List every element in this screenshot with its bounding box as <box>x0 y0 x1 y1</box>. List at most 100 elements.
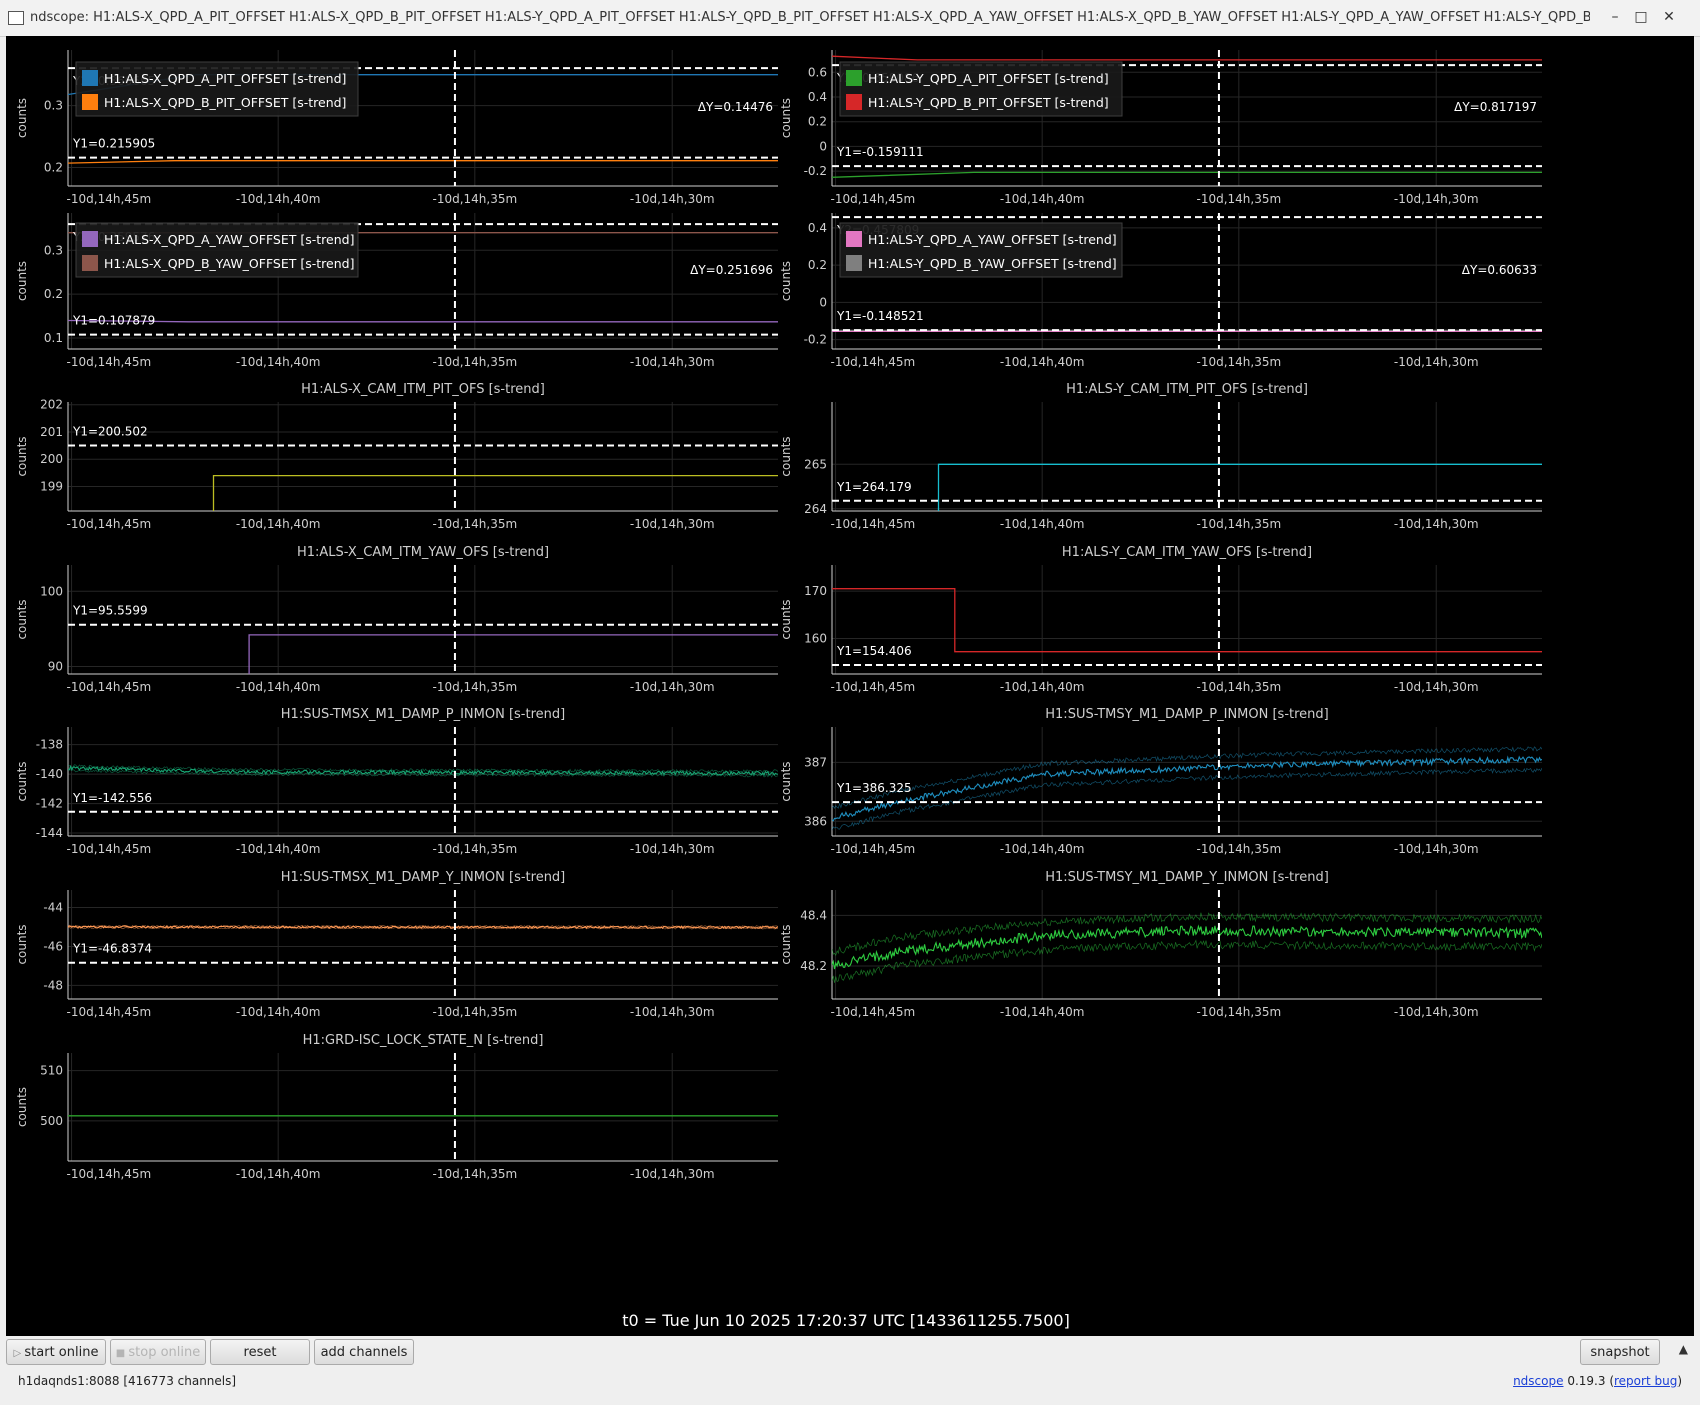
y-tick-label: 387 <box>804 755 827 769</box>
plot-row3-left[interactable]: 199 200 201 202 -10d,14h,45m -10d,14h,40m -10d… <box>15 382 778 531</box>
legend-entry: H1:ALS-Y_QPD_B_PIT_OFFSET [s-trend] <box>868 95 1109 110</box>
x-tick-label: -10d,14h,40m <box>236 355 321 369</box>
plot-row5-left[interactable]: -144 -142 -140 -138 -10d,14h,45m -10d,14h,40m… <box>15 707 778 856</box>
x-tick-label: -10d,14h,30m <box>1394 517 1479 531</box>
y-axis-label: counts <box>779 924 793 964</box>
x-tick-label: -10d,14h,40m <box>236 517 321 531</box>
y-tick-label: 0.4 <box>808 221 827 235</box>
plot-row1-right[interactable]: -0.2 0 0.2 0.4 0.6 -10d,14h,45m -10d,14h,40m -1… <box>779 50 1542 206</box>
plot-row3-right[interactable]: 264 265 -10d,14h,45m -10d,14h,40m -10d,14h,3… <box>779 382 1542 531</box>
y-axis-label: counts <box>779 261 793 301</box>
series-mean-line <box>832 924 1542 970</box>
y-tick-label: 0.1 <box>44 331 63 345</box>
y1-cursor-label: Y1=-0.159111 <box>836 145 924 159</box>
snapshot-button[interactable]: snapshot <box>1580 1339 1660 1365</box>
plot-row5-right[interactable]: 386 387 -10d,14h,45m -10d,14h,40m -10d,14h,3… <box>779 707 1542 856</box>
y-tick-label: 0.6 <box>808 65 827 79</box>
x-tick-label: -10d,14h,40m <box>1000 517 1085 531</box>
plot-row6-right[interactable]: 48.2 48.4 -10d,14h,45m -10d,14h,40m -10d,14h… <box>779 870 1542 1019</box>
x-tick-label: -10d,14h,35m <box>432 355 517 369</box>
plot-row1-left[interactable]: 0.2 0.3 -10d,14h,45m -10d,14h,40m -10d,14h,3… <box>15 50 778 206</box>
y-tick-label: 0.2 <box>808 258 827 272</box>
y-tick-label: 200 <box>40 452 63 466</box>
plot-row7-left[interactable]: 500 510 -10d,14h,45m -10d,14h,40m -10d,14h,3… <box>15 1033 778 1181</box>
y-tick-label: 0.3 <box>44 99 63 113</box>
plot-title: H1:SUS-TMSY_M1_DAMP_Y_INMON [s-trend] <box>1045 870 1329 885</box>
y1-cursor-label: Y1=264.179 <box>836 480 912 494</box>
x-tick-label: -10d,14h,40m <box>1000 1005 1085 1019</box>
series-max-line <box>832 912 1542 956</box>
plot-title: H1:ALS-Y_CAM_ITM_PIT_OFS [s-trend] <box>1066 382 1308 397</box>
ndscope-link[interactable]: ndscope <box>1513 1374 1563 1388</box>
x-tick-label: -10d,14h,45m <box>831 1005 916 1019</box>
plot-grid[interactable]: t0 = Tue Jun 10 2025 17:20:37 UTC [14336… <box>6 36 1694 1336</box>
x-tick-label: -10d,14h,45m <box>831 355 916 369</box>
x-tick-label: -10d,14h,45m <box>67 842 152 856</box>
x-tick-label: -10d,14h,35m <box>1196 680 1281 694</box>
plot-row4-right[interactable]: 160 170 -10d,14h,45m -10d,14h,40m -10d,14h,3… <box>779 545 1542 694</box>
series-group <box>68 924 778 930</box>
t0-label: t0 = Tue Jun 10 2025 17:20:37 UTC [14336… <box>622 1311 1070 1330</box>
plot-row2-right[interactable]: -0.2 0 0.2 0.4 -10d,14h,45m -10d,14h,40m -10d,… <box>779 213 1542 369</box>
x-tick-label: -10d,14h,45m <box>831 680 916 694</box>
y-axis-label: counts <box>15 599 29 639</box>
y-tick-label: 48.2 <box>800 959 827 973</box>
x-tick-label: -10d,14h,40m <box>1000 355 1085 369</box>
plot-title: H1:GRD-ISC_LOCK_STATE_N [s-trend] <box>303 1033 544 1048</box>
plot-row6-left[interactable]: -48 -46 -44 -10d,14h,45m -10d,14h,40m -10d,14… <box>15 870 778 1019</box>
x-tick-label: -10d,14h,35m <box>432 842 517 856</box>
plot-row2-left[interactable]: 0.1 0.2 0.3 -10d,14h,45m -10d,14h,40m -10d,14… <box>15 213 778 369</box>
x-tick-label: -10d,14h,40m <box>236 842 321 856</box>
series-line <box>212 474 778 511</box>
x-tick-label: -10d,14h,30m <box>1394 1005 1479 1019</box>
reset-button[interactable]: reset <box>210 1339 310 1365</box>
maximize-icon[interactable]: □ <box>1632 8 1650 26</box>
y1-cursor-label: Y1=-46.8374 <box>72 942 152 956</box>
legend-entry: H1:ALS-X_QPD_B_YAW_OFFSET [s-trend] <box>104 256 354 271</box>
plot-area[interactable]: t0 = Tue Jun 10 2025 17:20:37 UTC [14336… <box>6 36 1694 1336</box>
close-icon[interactable]: ✕ <box>1660 8 1678 26</box>
legend-swatch <box>82 70 98 86</box>
x-tick-label: -10d,14h,35m <box>432 192 517 206</box>
x-tick-label: -10d,14h,35m <box>1196 1005 1281 1019</box>
y1-cursor-label: Y1=386.325 <box>836 781 912 795</box>
plot-row4-left[interactable]: 90 100 -10d,14h,45m -10d,14h,40m -10d,14h,35… <box>15 545 778 694</box>
bottom-toolbar: ▷ start online ■ stop online reset add c… <box>0 1336 1700 1405</box>
y-axis-label: counts <box>15 436 29 476</box>
stop-online-button: ■ stop online <box>110 1339 206 1365</box>
legend-entry: H1:ALS-X_QPD_B_PIT_OFFSET [s-trend] <box>104 95 346 110</box>
plot-title: H1:ALS-Y_CAM_ITM_YAW_OFS [s-trend] <box>1062 545 1312 560</box>
x-tick-label: -10d,14h,35m <box>432 1167 517 1181</box>
y-tick-label: 48.4 <box>800 908 827 922</box>
y-axis-label: counts <box>15 924 29 964</box>
delta-y-label: ΔY=0.14476 <box>698 100 773 114</box>
y-tick-label: -144 <box>36 826 63 840</box>
legend-swatch <box>82 94 98 110</box>
x-tick-label: -10d,14h,45m <box>831 192 916 206</box>
y-tick-label: 0 <box>819 295 827 309</box>
y1-cursor-label: Y1=-0.148521 <box>836 309 924 323</box>
collapse-icon[interactable]: ▲ <box>1679 1342 1688 1356</box>
y-tick-label: 100 <box>40 584 63 598</box>
start-online-button[interactable]: ▷ start online <box>6 1339 106 1365</box>
x-tick-label: -10d,14h,35m <box>432 1005 517 1019</box>
series-group <box>937 463 1542 511</box>
x-tick-label: -10d,14h,40m <box>1000 192 1085 206</box>
x-tick-label: -10d,14h,45m <box>67 192 152 206</box>
series-line <box>832 588 1542 653</box>
y-axis-label: counts <box>15 761 29 801</box>
series-group <box>248 634 778 674</box>
title-bar: ndscope: H1:ALS-X_QPD_A_PIT_OFFSET H1:AL… <box>0 0 1700 37</box>
series-mean-line <box>832 755 1542 822</box>
legend-entry: H1:ALS-X_QPD_A_PIT_OFFSET [s-trend] <box>104 71 346 86</box>
add-channels-button[interactable]: add channels <box>314 1339 414 1365</box>
minimize-icon[interactable]: – <box>1606 8 1624 26</box>
x-tick-label: -10d,14h,35m <box>1196 355 1281 369</box>
y-tick-label: 0.3 <box>44 243 63 257</box>
y-tick-label: -142 <box>36 797 63 811</box>
y-tick-label: 0.4 <box>808 90 827 104</box>
series-line <box>832 55 1542 61</box>
report-bug-link[interactable]: report bug <box>1614 1374 1677 1388</box>
x-tick-label: -10d,14h,30m <box>630 355 715 369</box>
server-status: h1daqnds1:8088 [416773 channels] <box>18 1374 237 1388</box>
